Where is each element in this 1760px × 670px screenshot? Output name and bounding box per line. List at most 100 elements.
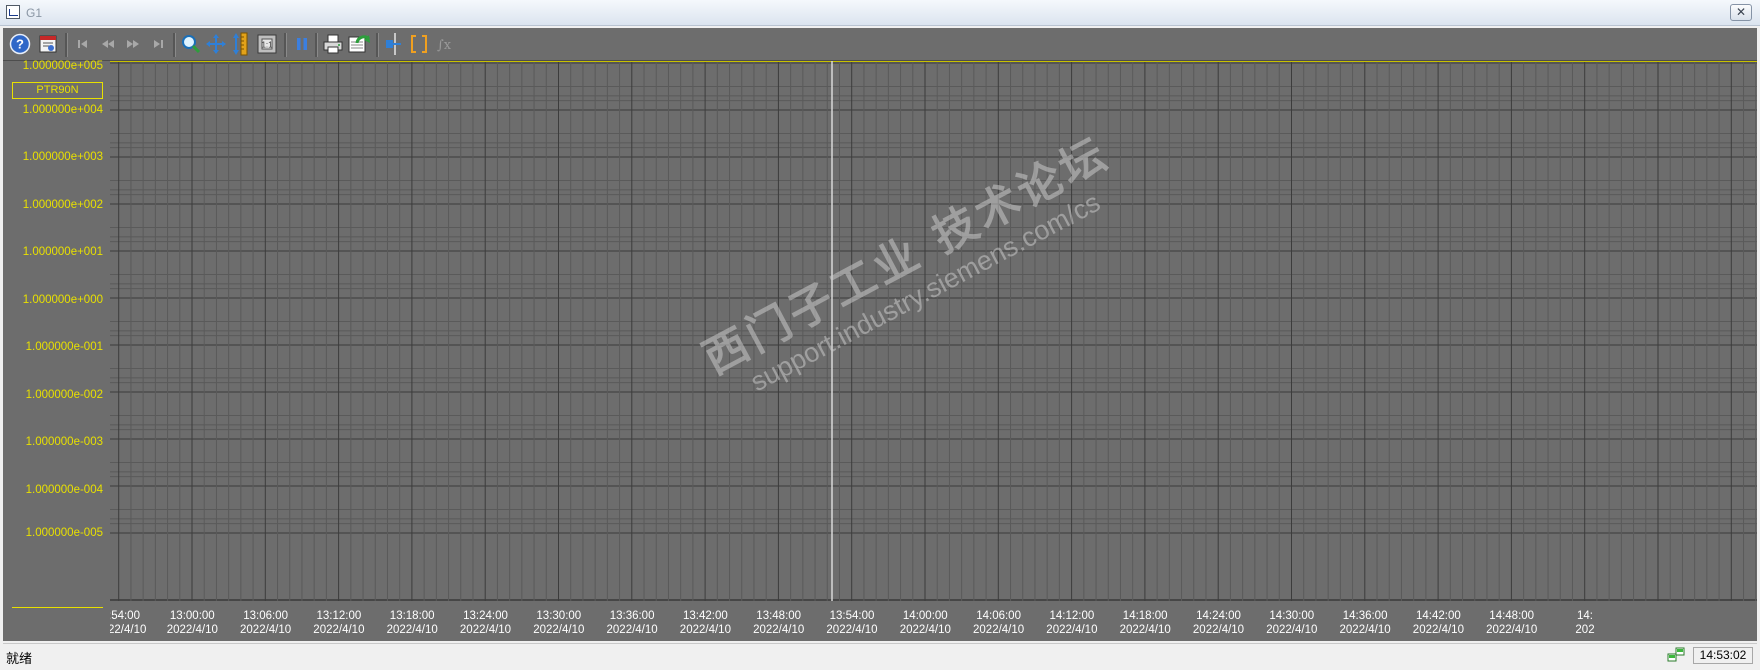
close-button[interactable]: ✕	[1730, 4, 1752, 21]
x-tick-label: 13:00:00 2022/4/10	[167, 609, 218, 637]
y-tick-label: 1.000000e-001	[25, 341, 103, 353]
pause-icon[interactable]	[290, 32, 314, 56]
x-tick-date: 2022/4/10	[313, 624, 365, 636]
chart-app-icon	[6, 5, 20, 19]
pan-icon[interactable]	[204, 32, 228, 56]
statistics-icon[interactable]: ∫x	[432, 32, 456, 56]
ruler-icon[interactable]	[229, 32, 253, 56]
x-tick-date: 202	[1575, 624, 1595, 636]
x-tick-date: 2022/4/10	[1412, 624, 1464, 636]
trace-label[interactable]: PTR90N	[12, 82, 103, 99]
status-clock: 14:53:02	[1693, 647, 1753, 664]
x-tick-time: 14:48:00	[1489, 610, 1535, 622]
x-tick-label: 13:18:00 2022/4/10	[387, 609, 438, 637]
toolbar-separator	[315, 33, 318, 57]
x-tick-time: 14:00:00	[902, 610, 948, 622]
x-tick-label: 13:36:00 2022/4/10	[607, 609, 658, 637]
status-bar: 就绪 14:53:02	[3, 643, 1757, 667]
x-tick-time: 14:	[1577, 610, 1593, 622]
x-tick-date: 2022/4/10	[679, 624, 731, 636]
y-tick-label: 1.000000e+003	[22, 151, 103, 163]
x-tick-date: 22/4/10	[110, 624, 147, 636]
first-icon[interactable]	[71, 32, 95, 56]
x-tick-label: 13:24:00 2022/4/10	[460, 609, 511, 637]
next-icon[interactable]	[121, 32, 145, 56]
toolbar-separator	[65, 33, 68, 57]
toolbar-separator	[284, 33, 287, 57]
plot-area[interactable]	[110, 61, 1757, 601]
x-tick-label: 14:00:00 2022/4/10	[900, 609, 951, 637]
x-tick-label: 13:12:00 2022/4/10	[313, 609, 364, 637]
x-tick-time: 13:42:00	[683, 610, 728, 622]
y-tick-label: 1.000000e-004	[25, 484, 103, 496]
x-tick-label: 14: 202	[1575, 609, 1594, 637]
network-icon	[1667, 647, 1685, 663]
svg-text:∫x: ∫x	[437, 38, 452, 53]
x-tick-date: 2022/4/10	[533, 624, 585, 636]
y-tick-label: 1.000000e-005	[25, 527, 103, 539]
cursor-icon[interactable]	[382, 32, 406, 56]
y-tick-label: 1.000000e-002	[25, 389, 103, 401]
y-tick-label: 1.000000e+005	[22, 60, 103, 72]
x-tick-time: 13:30:00	[536, 610, 582, 622]
x-tick-time: 13:06:00	[243, 610, 288, 622]
x-tick-label: :54:00 22/4/10	[110, 609, 146, 637]
x-tick-date: 2022/4/10	[753, 624, 805, 636]
x-tick-date: 2022/4/10	[240, 624, 292, 636]
x-tick-date: 2022/4/10	[166, 624, 218, 636]
x-tick-date: 2022/4/10	[826, 624, 878, 636]
brackets-icon[interactable]	[407, 32, 431, 56]
x-tick-label: 14:30:00 2022/4/10	[1266, 609, 1317, 637]
x-tick-time: 13:00:00	[169, 610, 215, 622]
svg-text:?: ?	[16, 37, 24, 52]
x-tick-time: 14:42:00	[1416, 610, 1461, 622]
x-tick-label: 13:30:00 2022/4/10	[533, 609, 584, 637]
svg-text:1:1: 1:1	[261, 41, 273, 50]
window-title: G1	[26, 6, 43, 20]
x-axis: :54:00 22/4/10 13:00:00 2022/4/10 13:06:00 20…	[110, 601, 1757, 641]
x-tick-label: 14:36:00 2022/4/10	[1340, 609, 1391, 637]
y-tick-label: 1.000000e+001	[22, 246, 103, 258]
last-icon[interactable]	[146, 32, 170, 56]
title-bar: G1 ✕	[0, 0, 1760, 26]
toolbar-separator	[173, 33, 176, 57]
toolbar: ? 1:1 ∫x	[3, 28, 1757, 61]
y-axis: 1.000000e+005 1.000000e+004 1.000000e+003 1…	[3, 60, 110, 608]
y-tick-label: 1.000000e+000	[22, 294, 103, 306]
x-tick-time: 14:30:00	[1269, 610, 1315, 622]
x-tick-label: 14:12:00 2022/4/10	[1046, 609, 1097, 637]
x-tick-date: 2022/4/10	[1266, 624, 1318, 636]
x-tick-label: 14:48:00 2022/4/10	[1486, 609, 1537, 637]
x-tick-label: 14:06:00 2022/4/10	[973, 609, 1024, 637]
x-tick-time: 13:18:00	[389, 610, 435, 622]
x-tick-date: 2022/4/10	[1486, 624, 1538, 636]
config-icon[interactable]	[36, 32, 60, 56]
x-tick-time: 13:24:00	[463, 610, 508, 622]
zoom-icon[interactable]	[179, 32, 203, 56]
export-icon[interactable]	[347, 32, 371, 56]
x-tick-time: 14:18:00	[1122, 610, 1168, 622]
x-tick-date: 2022/4/10	[899, 624, 951, 636]
y-tick-label: 1.000000e+002	[22, 199, 103, 211]
prev-icon[interactable]	[96, 32, 120, 56]
x-tick-date: 2022/4/10	[1119, 624, 1171, 636]
x-tick-date: 2022/4/10	[1339, 624, 1391, 636]
help-icon[interactable]: ?	[8, 32, 32, 56]
trend-chart: 1.000000e+005 1.000000e+004 1.000000e+003 1…	[3, 60, 1757, 641]
x-tick-label: 14:42:00 2022/4/10	[1413, 609, 1464, 637]
x-tick-date: 2022/4/10	[973, 624, 1025, 636]
print-icon[interactable]	[321, 32, 345, 56]
x-tick-label: 13:42:00 2022/4/10	[680, 609, 731, 637]
status-text: 就绪	[6, 651, 33, 666]
x-tick-time: 13:12:00	[316, 610, 362, 622]
x-tick-label: 13:54:00 2022/4/10	[826, 609, 877, 637]
original-view-icon[interactable]: 1:1	[255, 32, 279, 56]
x-tick-time: 14:24:00	[1196, 610, 1241, 622]
x-tick-date: 2022/4/10	[606, 624, 658, 636]
x-tick-time: :54:00	[110, 610, 140, 622]
x-tick-time: 13:54:00	[829, 610, 875, 622]
x-tick-label: 14:18:00 2022/4/10	[1120, 609, 1171, 637]
x-tick-date: 2022/4/10	[386, 624, 438, 636]
x-tick-label: 14:24:00 2022/4/10	[1193, 609, 1244, 637]
axis-rule	[12, 607, 103, 608]
